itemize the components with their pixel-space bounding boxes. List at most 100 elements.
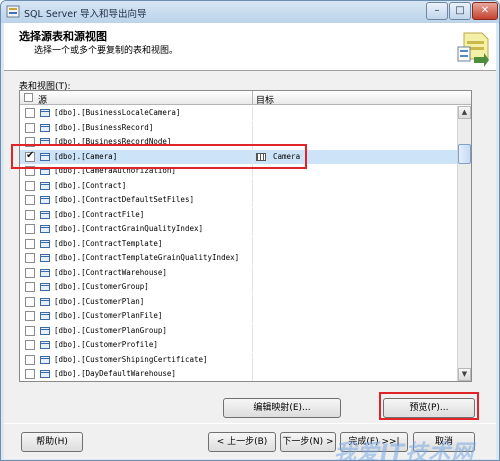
row-checkbox[interactable]	[25, 195, 35, 205]
minimize-button[interactable]: –	[426, 2, 448, 20]
source-cell: [dbo].[ContractGrainQualityIndex]	[54, 224, 204, 233]
row-checkbox[interactable]	[25, 296, 35, 307]
cell-separator	[252, 323, 253, 338]
cell-separator	[252, 236, 253, 251]
help-button[interactable]: 帮助(H)	[21, 432, 83, 452]
table-row[interactable]: [dbo].[CustomerPlanGroup]	[20, 323, 471, 338]
page-title: 选择源表和源视图	[19, 30, 107, 43]
source-cell: [dbo].[CustomerShipingCertificate]	[54, 354, 208, 364]
title-bar[interactable]: SQL Server 导入和导出向导 – □ ✕	[1, 1, 499, 23]
wizard-window: SQL Server 导入和导出向导 – □ ✕ 选择源表和源视图 选择一个或多…	[0, 0, 500, 461]
cell-separator	[252, 106, 253, 120]
table-icon	[40, 109, 50, 117]
table-icon	[40, 283, 50, 291]
maximize-button[interactable]: □	[449, 2, 471, 20]
table-row[interactable]: [dbo].[CustomerProfile]	[20, 338, 471, 352]
column-header-destination[interactable]: 目标	[256, 93, 274, 106]
table-row[interactable]: [dbo].[CustomerGroup]	[20, 280, 471, 294]
table-row[interactable]: [dbo].[ContractTemplateGrainQualityIndex…	[20, 251, 471, 265]
row-checkbox[interactable]	[25, 267, 35, 278]
table-row[interactable]: [dbo].[ContractGrainQualityIndex]	[20, 222, 471, 236]
source-cell: [dbo].[BusinessLocaleCamera]	[54, 108, 181, 117]
table-icon	[40, 123, 50, 132]
source-cell: [dbo].[ContractDefaultSetFiles]	[54, 195, 194, 204]
cell-separator	[252, 193, 253, 207]
table-row[interactable]: [dbo].[CustomerShipingCertificate]	[20, 352, 471, 367]
table-row[interactable]: [dbo].[Contract]	[20, 178, 471, 193]
table-icon	[40, 370, 50, 378]
row-checkbox[interactable]	[25, 122, 35, 133]
table-icon	[40, 239, 50, 248]
back-button[interactable]: < 上一步(B)	[208, 432, 276, 452]
row-checkbox[interactable]	[25, 311, 35, 321]
row-checkbox[interactable]	[25, 340, 35, 350]
row-checkbox[interactable]	[25, 354, 35, 365]
table-icon	[40, 254, 50, 262]
cell-separator	[252, 367, 253, 381]
watermark: 我爱IT技术网	[334, 441, 475, 461]
wizard-header: 选择源表和源视图 选择一个或多个要复制的表和视图。	[4, 23, 496, 71]
table-row[interactable]: [dbo].[DayDefaultWarehouse]	[20, 367, 471, 381]
window-title: SQL Server 导入和导出向导	[24, 9, 147, 20]
source-cell: [dbo].[DayDefaultWarehouse]	[54, 369, 176, 378]
cell-separator	[252, 280, 253, 294]
select-all-checkbox[interactable]	[24, 93, 33, 102]
source-cell: [dbo].[CustomerProfile]	[54, 340, 158, 349]
cell-separator	[252, 338, 253, 352]
column-separator[interactable]	[252, 91, 253, 105]
tables-grid[interactable]: 源 目标 [dbo].[BusinessLocaleCamera] [dbo].[…	[19, 90, 472, 382]
table-row[interactable]: [dbo].[ContractWarehouse]	[20, 265, 471, 280]
cell-separator	[252, 207, 253, 222]
column-header-source[interactable]: 源	[38, 93, 47, 106]
source-cell: [dbo].[Contract]	[54, 180, 127, 190]
table-icon	[40, 297, 50, 306]
table-icon	[40, 326, 50, 335]
row-checkbox[interactable]	[25, 369, 35, 379]
table-row[interactable]: [dbo].[CustomerPlan]	[20, 294, 471, 309]
app-icon	[6, 5, 20, 18]
table-row[interactable]: [dbo].[ContractTemplate]	[20, 236, 471, 251]
table-row[interactable]: [dbo].[CustomerPlanFile]	[20, 309, 471, 323]
table-icon	[40, 210, 50, 219]
table-icon	[40, 225, 50, 233]
vertical-scrollbar[interactable]: ▲ ▼	[457, 106, 471, 381]
scroll-down-icon[interactable]: ▼	[458, 368, 471, 381]
source-cell: [dbo].[BusinessRecord]	[54, 122, 154, 132]
page-subtitle: 选择一个或多个要复制的表和视图。	[34, 46, 179, 56]
table-row[interactable]: [dbo].[ContractFile]	[20, 207, 471, 222]
preview-button-highlight	[379, 392, 479, 420]
cell-separator	[252, 251, 253, 265]
next-button[interactable]: 下一步(N) >	[280, 432, 336, 452]
table-icon	[40, 181, 50, 190]
row-checkbox[interactable]	[25, 180, 35, 191]
row-checkbox[interactable]	[25, 282, 35, 292]
row-checkbox[interactable]	[25, 108, 35, 118]
cell-separator	[252, 222, 253, 236]
table-icon	[40, 355, 50, 364]
row-checkbox[interactable]	[25, 209, 35, 220]
footer-divider	[4, 423, 496, 424]
source-cell: [dbo].[ContractTemplateGrainQualityIndex…	[54, 253, 240, 262]
cell-separator	[252, 120, 253, 135]
table-icon	[40, 196, 50, 204]
cell-separator	[252, 352, 253, 367]
table-row[interactable]: [dbo].[BusinessRecord]	[20, 120, 471, 135]
cell-separator	[252, 265, 253, 280]
cell-separator	[252, 178, 253, 193]
row-checkbox[interactable]	[25, 253, 35, 263]
camera-row-highlight	[11, 144, 307, 169]
row-checkbox[interactable]	[25, 325, 35, 336]
row-checkbox[interactable]	[25, 224, 35, 234]
table-icon	[40, 341, 50, 349]
edit-mappings-button[interactable]: 编辑映射(E)...	[223, 398, 341, 418]
source-cell: [dbo].[CustomerPlan]	[54, 296, 145, 306]
row-checkbox[interactable]	[25, 238, 35, 249]
table-row[interactable]: [dbo].[BusinessLocaleCamera]	[20, 106, 471, 120]
grid-header: 源 目标	[20, 91, 471, 106]
table-icon	[40, 312, 50, 320]
table-icon	[40, 268, 50, 277]
scroll-up-icon[interactable]: ▲	[458, 106, 471, 119]
table-row[interactable]: [dbo].[ContractDefaultSetFiles]	[20, 193, 471, 207]
close-button[interactable]: ✕	[472, 2, 498, 20]
scroll-thumb[interactable]	[458, 144, 471, 164]
